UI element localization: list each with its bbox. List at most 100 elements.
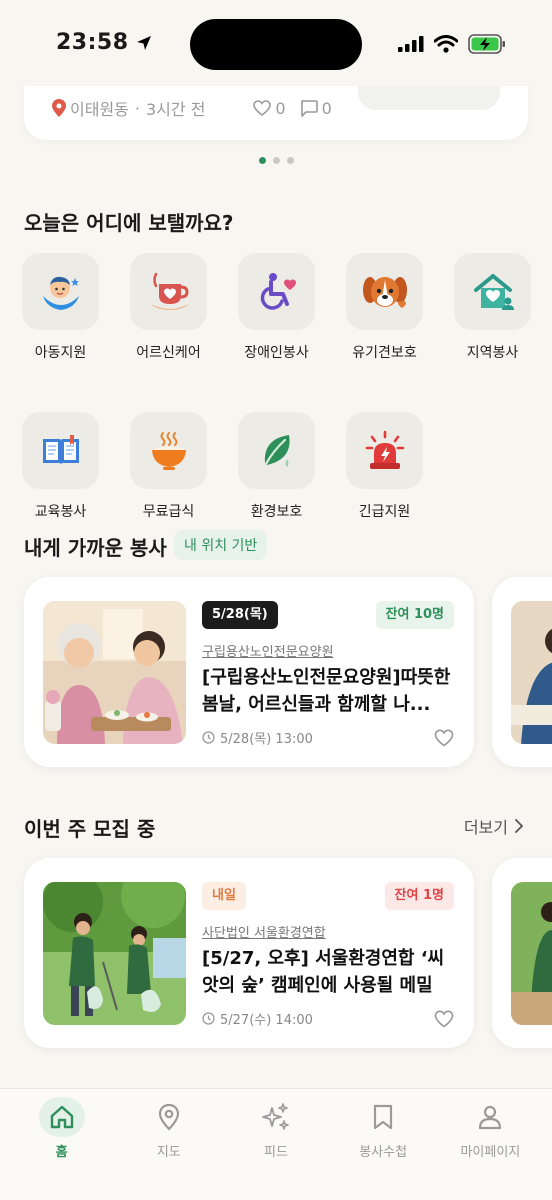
featured-card-location: 이태원동 <box>70 100 129 119</box>
nav-feed[interactable]: 피드 <box>226 1089 326 1200</box>
dog-icon <box>362 276 407 308</box>
nav-icon-wrap <box>253 1097 299 1137</box>
nav-my-page[interactable]: 마이페이지 <box>440 1089 540 1200</box>
category-free-meals[interactable]: 무료급식 <box>130 412 207 521</box>
category-education-service[interactable]: 교육봉사 <box>22 412 99 521</box>
battery-charging-icon <box>468 34 505 54</box>
nav-label: 홈 <box>55 1145 68 1160</box>
house-heart-icon <box>473 273 514 310</box>
category-label: 장애인봉사 <box>244 345 309 361</box>
organization-name[interactable]: 구립용산노인전문요양원 <box>202 641 454 660</box>
category-grid: 아동지원 어르신케어 장애인봉사 유기견보호 지역봉사 교육봉사 무료급식 환경… <box>22 253 542 521</box>
card-title: [5/27, 오후] 서울환경연합 ‘씨앗의 숲’ 캠페인에 사용될 메밀 씨.… <box>202 948 445 996</box>
category-stray-dog-care[interactable]: 유기견보호 <box>346 253 423 362</box>
category-disability-service[interactable]: 장애인봉사 <box>238 253 315 362</box>
cellular-signal-icon <box>398 36 424 52</box>
teacup-heart-icon <box>150 272 189 310</box>
category-emergency-support[interactable]: 긴급지원 <box>346 412 423 521</box>
leaf-icon <box>264 434 290 467</box>
weekly-card-next[interactable] <box>492 858 552 1048</box>
nav-volunteer-notebook[interactable]: 봉사수첩 <box>333 1089 433 1200</box>
nav-icon-wrap <box>467 1097 513 1137</box>
category-tile <box>238 253 315 330</box>
categories-title: 오늘은 어디에 보탤까요? <box>24 211 234 235</box>
see-more-label: 더보기 <box>463 818 508 837</box>
category-label: 어르신케어 <box>136 345 201 361</box>
rice-bowl-icon <box>151 431 186 470</box>
featured-card-time-ago: 3시간 전 <box>145 100 206 119</box>
remaining-badge: 잔여 10명 <box>375 601 454 629</box>
category-tile <box>130 253 207 330</box>
nav-home[interactable]: 홈 <box>12 1089 112 1200</box>
remaining-badge: 잔여 1명 <box>384 882 454 910</box>
category-child-support[interactable]: 아동지원 <box>22 253 99 362</box>
carousel-pagination <box>0 157 552 164</box>
heart-outline-icon[interactable] <box>434 728 454 747</box>
category-label: 유기견보호 <box>352 345 417 361</box>
heart-outline-icon[interactable] <box>434 1009 454 1028</box>
datetime-text: 5/27(수) 14:00 <box>220 1013 313 1028</box>
category-tile <box>346 412 423 489</box>
category-tile <box>238 412 315 489</box>
siren-icon <box>365 430 404 469</box>
location-pin-icon <box>52 99 66 117</box>
map-pin-icon <box>158 1103 179 1131</box>
nav-label: 봉사수첩 <box>359 1145 408 1160</box>
category-environment-protection[interactable]: 환경보호 <box>238 412 315 521</box>
meta-separator: · <box>134 98 140 118</box>
nav-icon-wrap <box>146 1097 192 1137</box>
nav-map[interactable]: 지도 <box>119 1089 219 1200</box>
category-tile <box>454 253 531 330</box>
nav-label: 지도 <box>156 1145 181 1160</box>
weekly-section-title: 이번 주 모집 중 <box>24 817 156 841</box>
card-datetime: 5/28(목) 13:00 <box>202 728 313 747</box>
card-datetime: 5/27(수) 14:00 <box>202 1009 313 1028</box>
comment-icon <box>300 99 318 117</box>
category-label: 지역봉사 <box>466 345 519 361</box>
location-based-chip[interactable]: 내 위치 기반 <box>174 530 268 560</box>
pagination-dot[interactable] <box>286 157 294 164</box>
sparkles-icon <box>262 1103 289 1130</box>
category-elderly-care[interactable]: 어르신케어 <box>130 253 207 362</box>
pagination-dot-active[interactable] <box>258 157 266 164</box>
date-badge: 5/28(목) <box>202 601 278 629</box>
status-bar: 23:58 <box>0 0 552 86</box>
nav-icon-wrap <box>360 1097 406 1137</box>
featured-card-likes[interactable]: 0 <box>253 99 286 118</box>
bookmark-icon <box>374 1104 393 1130</box>
featured-card-comments[interactable]: 0 <box>300 99 332 118</box>
nearby-card-next[interactable] <box>492 577 552 767</box>
nav-icon-wrap <box>38 1097 85 1137</box>
weekly-card-image <box>43 882 186 1025</box>
open-book-icon <box>42 434 79 465</box>
category-label: 긴급지원 <box>358 504 411 520</box>
organization-name[interactable]: 사단법인 서울환경연합 <box>202 922 454 941</box>
category-label: 아동지원 <box>34 345 87 361</box>
nearby-card-body: 5/28(목) 잔여 10명 구립용산노인전문요양원 [구립용산노인전문요양원]… <box>202 601 454 747</box>
due-badge: 내일 <box>202 882 246 910</box>
featured-card-meta: 이태원동 · 3시간 전 0 0 <box>52 96 332 120</box>
clock-icon <box>202 731 215 744</box>
nearby-section-title: 내게 가까운 봉사 <box>24 536 167 560</box>
see-more-link[interactable]: 더보기 <box>464 814 524 838</box>
nav-label: 마이페이지 <box>460 1145 521 1160</box>
category-community-service[interactable]: 지역봉사 <box>454 253 531 362</box>
category-tile <box>22 412 99 489</box>
category-label: 환경보호 <box>250 504 303 520</box>
person-icon <box>479 1105 502 1130</box>
heart-outline-icon <box>253 100 272 116</box>
card-footer: 5/28(목) 13:00 <box>202 728 454 747</box>
weekly-volunteer-card[interactable]: 내일 잔여 1명 사단법인 서울환경연합 [5/27, 오후] 서울환경연합 ‘… <box>24 858 474 1048</box>
weekly-card-body: 내일 잔여 1명 사단법인 서울환경연합 [5/27, 오후] 서울환경연합 ‘… <box>202 882 454 1028</box>
pagination-dot[interactable] <box>272 157 280 164</box>
status-indicators <box>398 34 506 54</box>
chevron-right-icon <box>515 819 523 833</box>
nearby-volunteer-card[interactable]: 5/28(목) 잔여 10명 구립용산노인전문요양원 [구립용산노인전문요양원]… <box>24 577 474 767</box>
nearby-card-image <box>43 601 186 744</box>
bottom-navigation: 홈 지도 피드 봉사수첩 마이페이지 <box>0 1088 552 1200</box>
category-tile <box>130 412 207 489</box>
category-tile <box>346 253 423 330</box>
datetime-text: 5/28(목) 13:00 <box>220 732 313 747</box>
child-icon <box>42 276 79 310</box>
category-label: 교육봉사 <box>34 504 87 520</box>
